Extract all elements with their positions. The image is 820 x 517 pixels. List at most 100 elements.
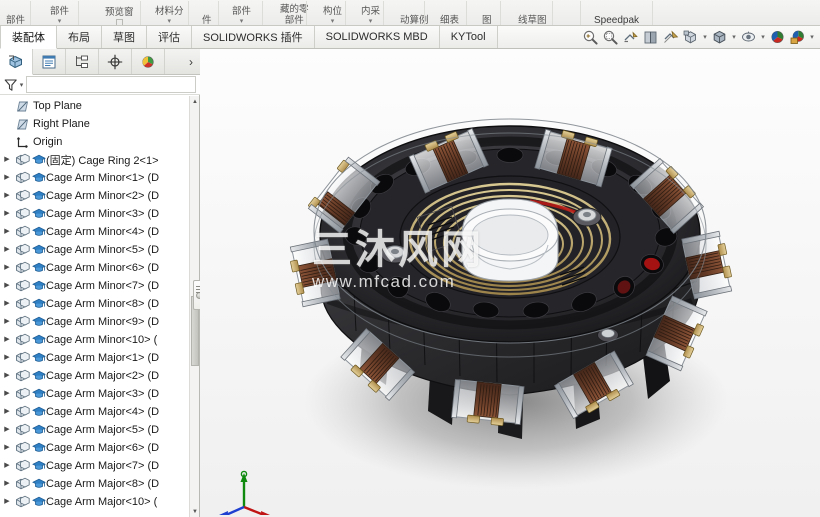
expand-arrow-icon[interactable]: ▶ [0,259,14,277]
expand-arrow-icon[interactable]: ▶ [0,169,14,187]
expand-arrow-icon[interactable]: ▶ [0,457,14,475]
ribbon-group-5[interactable]: 部件 ▾ [232,0,251,25]
ribbon-group-8[interactable]: 内采 ▾ [361,0,380,25]
ribbon-group-4[interactable]: 件 [202,0,212,25]
zoom-to-fit-icon[interactable] [581,28,600,47]
display-style-icon[interactable] [710,28,729,47]
filter-icon[interactable]: ▾ [0,77,26,93]
zoom-in-out-icon[interactable] [621,28,640,47]
panel-tab-configuration-manager[interactable] [66,49,99,74]
view-orientation-caret-icon[interactable]: ▾ [701,28,709,47]
ribbon-group-dropdown-icon[interactable]: ▾ [168,18,172,25]
tree-item[interactable]: ▶ Cage Arm Major<5> (D [0,421,189,439]
view-settings-caret-icon[interactable]: ▾ [808,28,816,47]
panel-tab-property-manager[interactable] [33,49,66,74]
tab-1[interactable]: 布局 [57,26,102,48]
design-tree-list[interactable]: Top Plane Right Plane Origin ▶ (固定) Cage Rin… [0,96,189,517]
expand-arrow-icon[interactable]: ▶ [0,385,14,403]
expand-arrow-icon[interactable]: ▶ [0,349,14,367]
ribbon-group-12[interactable]: 线草图 [518,0,547,25]
ribbon-group-1[interactable]: 部件 ▾ [50,0,70,25]
tree-item[interactable]: ▶ Cage Arm Major<6> (D [0,439,189,457]
tree-item[interactable]: ▶ Cage Arm Major<10> ( [0,493,189,511]
ribbon-group-checkbox-icon[interactable] [115,19,123,25]
expand-arrow-icon[interactable]: ▶ [0,205,14,223]
expand-arrow-icon[interactable]: ▶ [0,313,14,331]
expand-arrow-icon[interactable]: ▶ [0,439,14,457]
tree-item[interactable]: ▶ Cage Arm Minor<6> (D [0,259,189,277]
previous-view-icon[interactable] [641,28,660,47]
tree-item[interactable]: ▶ Cage Arm Minor<9> (D [0,313,189,331]
expand-arrow-icon[interactable]: ▶ [0,367,14,385]
expand-arrow-icon[interactable]: ▶ [0,151,14,169]
ribbon-group-dropdown-icon[interactable]: ▾ [331,18,335,25]
tab-6[interactable]: KYTool [439,26,498,48]
tree-item[interactable]: ▶ Cage Arm Minor<1> (D [0,169,189,187]
ribbon-group-0[interactable]: 部件 [6,0,25,25]
expand-arrow-icon[interactable]: ▶ [0,241,14,259]
apply-scene-icon[interactable] [768,28,787,47]
expand-arrow-icon[interactable]: ▶ [0,421,14,439]
tree-item[interactable]: ▶ Cage Arm Major<3> (D [0,385,189,403]
ribbon-group-3[interactable]: 材料分 ▾ [155,0,184,25]
view-orientation-icon[interactable] [681,28,700,47]
expand-arrow-icon[interactable]: ▶ [0,331,14,349]
scroll-down-arrow-icon[interactable]: ▼ [190,506,200,517]
ribbon-group-2[interactable]: 预览窗 [105,0,134,25]
tree-item[interactable]: Right Plane [0,115,189,133]
tree-item[interactable]: ▶ Cage Arm Minor<7> (D [0,277,189,295]
tree-item[interactable]: ▶ Cage Arm Major<7> (D [0,457,189,475]
hide-show-items-caret-icon[interactable]: ▾ [759,28,767,47]
panel-tabs-expand-button[interactable]: › [165,49,200,74]
ribbon-group-dropdown-icon[interactable]: ▾ [240,18,244,25]
tree-filter-input[interactable] [26,76,196,93]
expand-arrow-icon[interactable]: ▶ [0,277,14,295]
tab-2[interactable]: 草图 [102,26,147,48]
tree-item[interactable]: ▶ Cage Arm Minor<3> (D [0,205,189,223]
tree-item[interactable]: ▶ Cage Arm Major<4> (D [0,403,189,421]
panel-tab-feature-manager-design-tree[interactable] [0,49,33,75]
expand-arrow-icon[interactable]: ▶ [0,493,14,511]
tree-item[interactable]: ▶ Cage Arm Minor<10> ( [0,331,189,349]
tab-5[interactable]: SOLIDWORKS MBD [314,26,440,48]
tab-0[interactable]: 装配体 [0,26,57,49]
tree-item[interactable]: ▶ Cage Arm Minor<4> (D [0,223,189,241]
ribbon-group-11[interactable]: 图 [482,0,492,25]
ribbon-separator [262,1,263,25]
zoom-to-area-icon[interactable] [601,28,620,47]
tree-item[interactable]: ▶ Cage Arm Minor<8> (D [0,295,189,313]
tree-item[interactable]: Origin [0,133,189,151]
ribbon-group-7[interactable]: 构位 ▾ [323,0,342,25]
ribbon-group-dropdown-icon[interactable]: ▾ [58,18,62,25]
mate-icon-wrap [31,496,46,508]
view-settings-icon[interactable] [788,28,807,47]
panel-tab-display-manager[interactable] [132,49,165,74]
graphics-viewport[interactable]: 三沐风网 www.mfcad.com [200,49,820,517]
hide-show-items-icon[interactable] [739,28,758,47]
expand-arrow-icon[interactable]: ▶ [0,187,14,205]
display-style-caret-icon[interactable]: ▾ [730,28,738,47]
tree-item[interactable]: ▶ Cage Arm Minor<5> (D [0,241,189,259]
expand-arrow-icon[interactable]: ▶ [0,223,14,241]
ribbon-group-label: 部件 [50,6,70,17]
ribbon-group-13[interactable]: Speedpak [594,0,639,25]
tree-item[interactable]: ▶ Cage Arm Major<2> (D [0,367,189,385]
tree-item[interactable]: ▶ Cage Arm Major<1> (D [0,349,189,367]
section-view-icon[interactable] [661,28,680,47]
component-icon [16,387,30,400]
expand-arrow-icon[interactable]: ▶ [0,295,14,313]
tree-item[interactable]: ▶ Cage Arm Major<8> (D [0,475,189,493]
ribbon-group-10[interactable]: 细表 [440,0,459,25]
tree-item[interactable]: ▶ (固定) Cage Ring 2<1> [0,151,189,169]
component-icon-wrap [14,477,31,491]
expand-arrow-icon[interactable]: ▶ [0,403,14,421]
tab-4[interactable]: SOLIDWORKS 插件 [192,26,315,48]
ribbon-group-6[interactable]: 藏的零 部件 [280,0,309,25]
scroll-up-arrow-icon[interactable]: ▲ [190,96,200,107]
tree-item[interactable]: Top Plane [0,97,189,115]
tree-item[interactable]: ▶ Cage Arm Minor<2> (D [0,187,189,205]
panel-tab-dimxpert-manager[interactable] [99,49,132,74]
tab-3[interactable]: 评估 [147,26,192,48]
expand-arrow-icon[interactable]: ▶ [0,475,14,493]
ribbon-group-dropdown-icon[interactable]: ▾ [369,18,373,25]
